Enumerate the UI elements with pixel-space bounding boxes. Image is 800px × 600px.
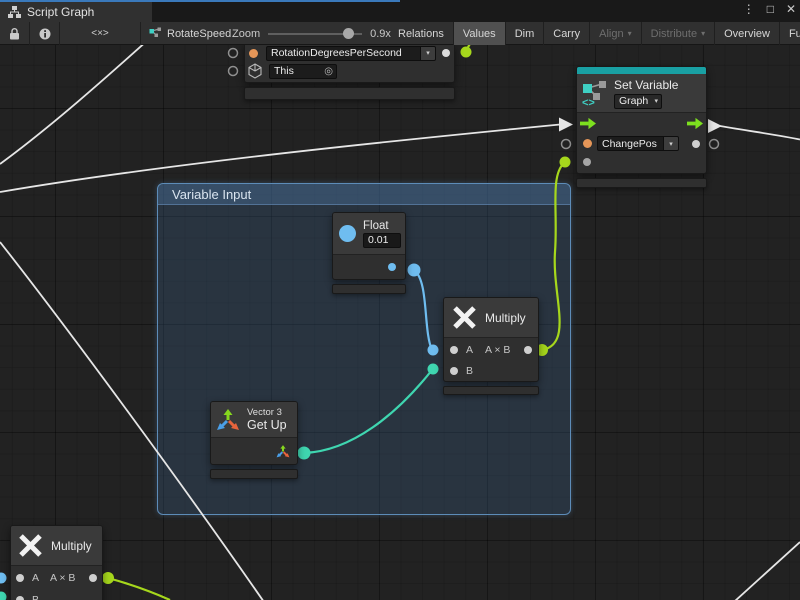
target-value: This [270, 65, 298, 77]
port-a[interactable] [450, 346, 458, 354]
value-port[interactable] [583, 158, 591, 166]
info-icon [39, 28, 51, 40]
node-title: Get Up [247, 418, 287, 432]
close-icon[interactable]: ✕ [786, 2, 796, 16]
edit-script-button[interactable]: <×> [60, 22, 141, 45]
group-title: Variable Input [172, 187, 251, 202]
set-variable-name-dropdown[interactable]: ChangePos ▾ [597, 136, 679, 151]
breadcrumb-label: RotateSpeed [167, 28, 231, 40]
chevron-down-icon: ▾ [701, 29, 705, 38]
zoom-label: Zoom [232, 28, 260, 40]
carry-button[interactable]: Carry [544, 22, 590, 45]
vector3-icon [216, 409, 240, 431]
overview-button[interactable]: Overview [715, 22, 780, 45]
graph-node-icon [149, 27, 162, 40]
zoom-value: 0.9x [370, 28, 391, 40]
float-type-icon [339, 225, 356, 242]
lock-icon [9, 28, 20, 40]
zoom-slider-handle[interactable] [343, 28, 354, 39]
values-button[interactable]: Values [454, 22, 506, 45]
value-port[interactable] [249, 49, 258, 58]
port-out[interactable] [89, 574, 97, 582]
variable-name: RotationDegreesPerSecond [267, 47, 406, 59]
value-out-port[interactable] [442, 49, 450, 57]
flow-out-port[interactable] [687, 117, 703, 130]
port-b[interactable] [450, 367, 458, 375]
variable-name-dropdown[interactable]: RotationDegreesPerSecond ▾ [266, 46, 436, 61]
object-picker-icon[interactable]: ◎ [324, 66, 336, 77]
target-field[interactable]: This ◎ [269, 64, 337, 79]
multiply-icon [18, 533, 43, 558]
port-a-label: A [32, 572, 39, 584]
window-controls: ⋮ □ ✕ [743, 0, 796, 18]
align-dropdown[interactable]: Align ▾ [590, 22, 641, 45]
fullscreen-button[interactable]: Full Screen [780, 22, 800, 45]
value-out-port[interactable] [692, 140, 700, 148]
node-footer [332, 284, 406, 294]
variable-name: ChangePos [598, 138, 661, 150]
scope-value: Graph [615, 95, 652, 107]
port-out-label: A × B [485, 344, 510, 356]
value-out-port[interactable] [388, 263, 396, 271]
graph-icon [8, 6, 21, 18]
tab-title: Script Graph [27, 5, 94, 19]
chevron-down-icon[interactable]: ▾ [420, 47, 435, 60]
port-a-label: A [466, 344, 473, 356]
scope-dropdown[interactable]: Graph ▾ [614, 94, 662, 109]
set-variable-icon: <> [582, 80, 608, 107]
port-out-label: A × B [50, 572, 75, 584]
chevron-down-icon: ▾ [654, 97, 661, 105]
value-port[interactable] [583, 139, 592, 148]
unity-script-graph-window: Variable Input [0, 0, 800, 600]
port-b-label: B [466, 365, 473, 377]
port-out[interactable] [524, 346, 532, 354]
maximize-icon[interactable]: □ [767, 2, 774, 16]
node-footer [576, 178, 707, 188]
port-b-label: B [32, 594, 39, 600]
toolbar-toggles: Relations Values Dim Carry Align ▾ Distr… [389, 22, 800, 45]
node-type-label: Vector 3 [247, 407, 287, 418]
breadcrumb[interactable]: RotateSpeed [141, 22, 231, 45]
tab-bar: Script Graph ⋮ □ ✕ [0, 0, 800, 22]
port-a[interactable] [16, 574, 24, 582]
node-footer [443, 386, 539, 395]
inspect-button[interactable] [30, 22, 60, 45]
zoom-control: Zoom 0.9x [232, 22, 391, 45]
menu-icon[interactable]: ⋮ [743, 2, 755, 16]
node-footer [210, 469, 298, 479]
node-title: Multiply [51, 539, 92, 553]
node-footer [244, 87, 455, 100]
group-title-bar[interactable]: Variable Input [158, 184, 570, 205]
graph-toolbar: <×> RotateSpeed Zoom 0.9x Relations Valu [0, 22, 800, 45]
node-title: Multiply [485, 311, 526, 325]
node-accent-bar [577, 67, 706, 74]
tab-script-graph[interactable]: Script Graph [0, 2, 152, 22]
chevron-down-icon: ▾ [628, 29, 632, 38]
lock-button[interactable] [0, 22, 30, 45]
node-title: Float [363, 220, 401, 232]
distribute-dropdown[interactable]: Distribute ▾ [642, 22, 715, 45]
code-icon: <×> [91, 28, 109, 39]
svg-text:<>: <> [582, 97, 595, 107]
zoom-slider[interactable] [268, 33, 362, 35]
multiply-icon [452, 305, 477, 330]
float-value-input[interactable]: 0.01 [363, 233, 401, 248]
chevron-down-icon[interactable]: ▾ [663, 137, 678, 150]
relations-button[interactable]: Relations [389, 22, 454, 45]
node-title: Set Variable [614, 78, 678, 92]
flow-in-port[interactable] [580, 117, 596, 130]
dim-button[interactable]: Dim [506, 22, 545, 45]
gameobject-cube-icon [247, 63, 263, 79]
float-value: 0.01 [364, 234, 392, 246]
vector3-out-port[interactable] [276, 445, 290, 458]
port-b[interactable] [16, 596, 24, 600]
